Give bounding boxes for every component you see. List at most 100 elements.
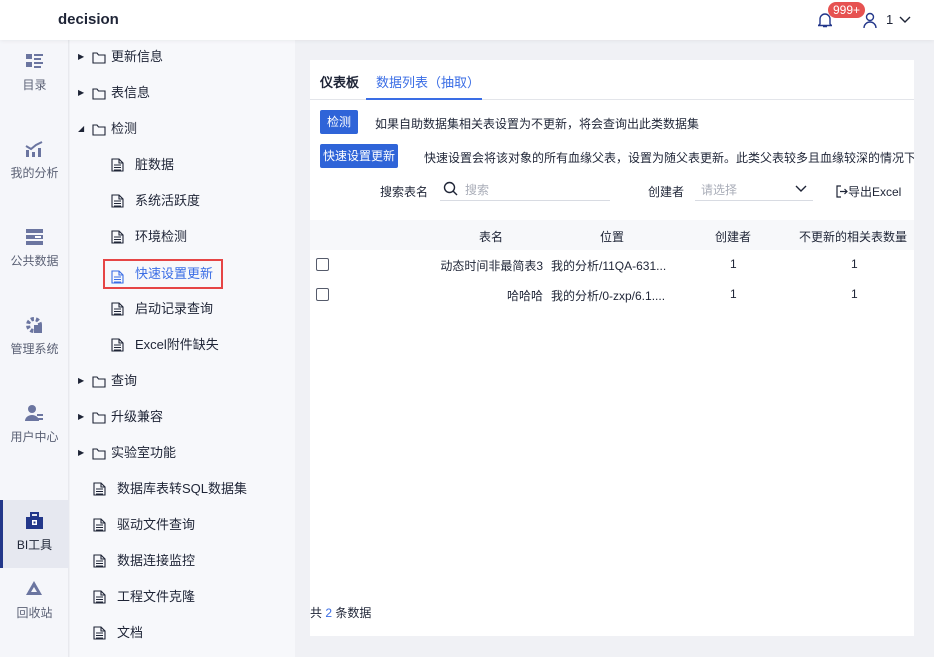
tree-label: 系统活跃度 bbox=[135, 193, 201, 208]
search-input[interactable]: 搜索 bbox=[440, 177, 610, 201]
nav-item-public-data[interactable]: 公共数据 bbox=[0, 216, 69, 284]
tree-file[interactable]: 环境检测 bbox=[111, 227, 187, 247]
caret-right-icon[interactable]: ▶ bbox=[78, 371, 84, 391]
nav-label: 公共数据 bbox=[10, 254, 59, 268]
folder-icon bbox=[92, 410, 106, 430]
tree-label: 实验室功能 bbox=[111, 445, 177, 460]
tree-file[interactable]: 驱动文件查询 bbox=[93, 515, 195, 535]
user-center-icon bbox=[25, 405, 43, 421]
catalog-icon bbox=[26, 54, 43, 68]
tab-bar: 仪表板 数据列表（抽取） bbox=[310, 60, 914, 100]
table-header: 表名 位置 创建者 不更新的相关表数量 bbox=[310, 220, 914, 250]
search-placeholder: 搜索 bbox=[465, 183, 490, 197]
cell-not-updated-count: 1 bbox=[851, 287, 858, 301]
creator-label: 创建者 bbox=[648, 185, 685, 199]
nav-item-gear[interactable]: 管理系统 bbox=[0, 304, 69, 372]
side-nav: 目录我的分析公共数据管理系统用户中心 BI工具回收站 bbox=[0, 40, 69, 657]
toolbox-icon bbox=[26, 512, 43, 529]
tree-folder[interactable]: ▶ 更新信息 bbox=[78, 47, 163, 67]
tree-file[interactable]: Excel附件缺失 bbox=[111, 335, 219, 355]
tree-folder[interactable]: ▶ 表信息 bbox=[78, 83, 150, 103]
nav-item-analysis[interactable]: 我的分析 bbox=[0, 128, 69, 196]
caret-right-icon[interactable]: ▶ bbox=[78, 407, 84, 427]
export-icon bbox=[836, 185, 848, 198]
tree-label: 文档 bbox=[117, 625, 144, 640]
folder-icon bbox=[92, 122, 106, 142]
nav-item-user-center[interactable]: 用户中心 bbox=[0, 392, 69, 460]
tree-label: 查询 bbox=[111, 373, 138, 388]
cell-location: 我的分析/0-zxp/6.1.... bbox=[551, 289, 666, 303]
tree-file[interactable]: 文档 bbox=[93, 623, 143, 643]
quick-set-update-button[interactable]: 快速设置更新 bbox=[320, 144, 398, 168]
recycle-icon bbox=[26, 581, 42, 595]
folder-icon bbox=[92, 86, 106, 106]
tree-file[interactable]: 数据库表转SQL数据集 bbox=[93, 479, 247, 499]
document-icon bbox=[93, 554, 106, 574]
cell-creator: 1 bbox=[730, 257, 737, 271]
document-icon bbox=[111, 194, 124, 214]
tree-folder[interactable]: ▶ 升级兼容 bbox=[78, 407, 163, 427]
tree-label: 数据连接监控 bbox=[117, 553, 196, 568]
main-card: 仪表板 数据列表（抽取） 检测 如果自助数据集相关表设置为不更新，将会查询出此类… bbox=[310, 60, 914, 636]
tree-label: 表信息 bbox=[111, 85, 151, 100]
tree-label: 环境检测 bbox=[135, 229, 188, 244]
tree-label: 启动记录查询 bbox=[135, 301, 214, 316]
notification-badge[interactable]: 999+ bbox=[828, 2, 866, 18]
tool-tree: ▶ 更新信息 ▶ 表信息 ◢ 检测脏数据系统活跃度环境检测快速设置更新 启动记录查询 Exce… bbox=[70, 40, 295, 657]
document-icon bbox=[111, 230, 124, 250]
nav-item-recycle[interactable]: 回收站 bbox=[0, 568, 69, 636]
chevron-down-icon[interactable] bbox=[899, 13, 911, 25]
tree-file[interactable]: 工程文件克隆 bbox=[93, 587, 195, 607]
tree-label: 更新信息 bbox=[111, 49, 164, 64]
gear-icon bbox=[26, 317, 42, 333]
nav-item-catalog[interactable]: 目录 bbox=[0, 40, 69, 108]
row-checkbox[interactable] bbox=[316, 258, 329, 271]
footer-prefix: 共 bbox=[310, 606, 323, 620]
creator-select[interactable]: 请选择 bbox=[695, 177, 813, 201]
search-label: 搜索表名 bbox=[380, 185, 429, 199]
tree-folder[interactable]: ▶ 实验室功能 bbox=[78, 443, 176, 463]
tree-folder[interactable]: ◢ 检测 bbox=[78, 119, 137, 139]
tree-file[interactable]: 系统活跃度 bbox=[111, 191, 200, 211]
tree-file[interactable]: 脏数据 bbox=[111, 155, 174, 175]
caret-right-icon[interactable]: ▶ bbox=[78, 47, 84, 67]
caret-right-icon[interactable]: ▶ bbox=[78, 443, 84, 463]
tree-label: 驱动文件查询 bbox=[117, 517, 196, 532]
caret-down-icon[interactable]: ◢ bbox=[78, 119, 84, 139]
brand-name: decision bbox=[58, 11, 119, 28]
tab-data-list[interactable]: 数据列表（抽取） bbox=[376, 72, 480, 91]
tree-file[interactable]: 数据连接监控 bbox=[93, 551, 195, 571]
nav-label: 回收站 bbox=[16, 606, 53, 620]
cell-location: 我的分析/11QA-631... bbox=[551, 259, 667, 273]
tree-label: 快速设置更新 bbox=[135, 266, 214, 281]
folder-icon bbox=[92, 374, 106, 394]
tree-item-selected[interactable]: 快速设置更新 bbox=[103, 259, 224, 289]
row-checkbox[interactable] bbox=[316, 288, 329, 301]
user-name[interactable]: 1 bbox=[886, 12, 893, 27]
nav-label: 目录 bbox=[22, 78, 47, 92]
caret-right-icon[interactable]: ▶ bbox=[78, 83, 84, 103]
tree-label: 工程文件克隆 bbox=[117, 589, 196, 604]
tree-file[interactable]: 启动记录查询 bbox=[111, 299, 213, 319]
nav-label: 用户中心 bbox=[10, 430, 59, 444]
tab-dashboard[interactable]: 仪表板 bbox=[320, 72, 359, 91]
tree-label: Excel附件缺失 bbox=[135, 337, 219, 352]
quick-set-description: 快速设置会将该对象的所有血缘父表，设置为随父表更新。此类父表较多且血缘较深的情况… bbox=[424, 151, 914, 165]
analysis-icon bbox=[25, 141, 43, 157]
creator-placeholder: 请选择 bbox=[701, 183, 738, 197]
export-label: 导出Excel bbox=[848, 185, 902, 199]
chevron-down-icon bbox=[795, 185, 807, 192]
tree-folder[interactable]: ▶ 查询 bbox=[78, 371, 137, 391]
export-excel-button[interactable]: 导出Excel bbox=[836, 183, 901, 200]
column-header-location: 位置 bbox=[600, 230, 625, 244]
nav-item-toolbox[interactable]: BI工具 bbox=[0, 500, 69, 568]
cell-name: 动态时间非最简表3 bbox=[440, 259, 543, 273]
user-icon[interactable] bbox=[863, 12, 877, 28]
column-header-not-updated-count: 不更新的相关表数量 bbox=[799, 230, 908, 244]
check-button[interactable]: 检测 bbox=[320, 110, 358, 134]
tree-label: 升级兼容 bbox=[111, 409, 164, 424]
document-icon bbox=[111, 302, 124, 322]
cell-creator: 1 bbox=[730, 287, 737, 301]
column-header-name: 表名 bbox=[479, 230, 504, 244]
document-icon bbox=[93, 482, 106, 502]
